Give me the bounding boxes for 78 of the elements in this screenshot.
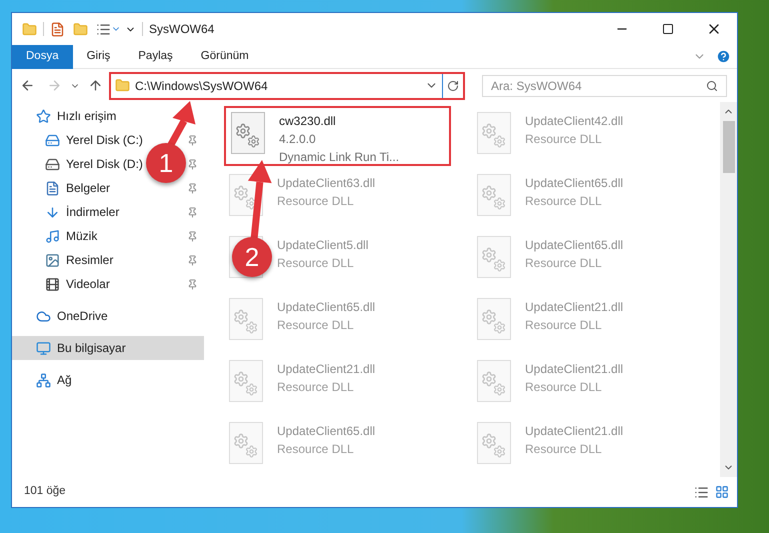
pin-icon[interactable] — [187, 278, 198, 290]
nav-item[interactable]: Yerel Disk (D:) — [45, 155, 143, 173]
file-detail: Resource DLL — [277, 193, 355, 210]
pin-icon[interactable] — [187, 158, 198, 170]
drive-icon — [45, 132, 60, 148]
scrollbar-thumb[interactable] — [722, 121, 734, 173]
pin-icon[interactable] — [187, 254, 198, 266]
large-icons-view-icon[interactable] — [715, 485, 729, 499]
nav-item[interactable]: Resimler — [45, 251, 114, 269]
nav-item[interactable]: Bu bilgisayar — [36, 339, 126, 357]
file-detail: Resource DLL — [525, 131, 603, 148]
file-detail: Resource DLL — [525, 379, 603, 396]
star-icon — [36, 108, 51, 124]
file-name: UpdateClient65.dll — [525, 237, 624, 254]
file-name: UpdateClient21.dll — [525, 361, 624, 378]
file-detail: Resource DLL — [525, 255, 603, 272]
nav-item[interactable]: Belgeler — [45, 179, 110, 197]
file-name: UpdateClient5.dll — [277, 237, 368, 254]
document-icon — [45, 180, 60, 196]
pin-icon[interactable] — [187, 230, 198, 242]
pin-icon[interactable] — [187, 134, 198, 146]
file-detail: Resource DLL — [525, 317, 603, 334]
refresh-icon — [447, 80, 459, 92]
music-note-icon — [45, 228, 60, 244]
file-name: UpdateClient21.dll — [277, 361, 376, 378]
nav-item[interactable]: Hızlı erişim — [36, 107, 116, 125]
ribbon-tab[interactable]: Giriş — [72, 44, 124, 68]
film-icon — [45, 276, 60, 292]
file-detail: Resource DLL — [277, 441, 355, 458]
properties-icon[interactable] — [50, 22, 65, 36]
file-name: UpdateClient65.dll — [277, 423, 376, 440]
scrollbar[interactable] — [720, 102, 737, 477]
download-arrow-icon — [45, 204, 60, 220]
file-name: UpdateClient65.dll — [525, 175, 624, 192]
pin-icon[interactable] — [187, 206, 198, 218]
ribbon-tab[interactable]: Paylaş — [124, 44, 187, 68]
computer-icon — [36, 340, 51, 356]
view-list-icon[interactable] — [96, 22, 111, 36]
file-name: UpdateClient65.dll — [277, 299, 376, 316]
file-detail: Resource DLL — [525, 193, 603, 210]
file-detail: Resource DLL — [277, 317, 355, 334]
folder-icon[interactable] — [22, 22, 37, 36]
folder-icon — [115, 78, 130, 93]
search-placeholder: Ara: SysWOW64 — [491, 78, 583, 94]
search-icon — [706, 80, 718, 92]
details-view-icon[interactable] — [694, 484, 709, 500]
file-name: UpdateClient21.dll — [525, 423, 624, 440]
file-detail: Resource DLL — [277, 255, 355, 272]
file-detail: Dynamic Link Run Ti... — [279, 149, 400, 166]
ribbon-tab[interactable]: Dosya — [12, 44, 73, 68]
picture-icon — [45, 252, 60, 268]
file-name: cw3230.dll — [279, 113, 337, 130]
nav-item[interactable]: Videolar — [45, 275, 110, 293]
maximize-icon — [662, 23, 674, 35]
window-title: SysWOW64 — [149, 21, 216, 38]
address-field[interactable]: C:\Windows\SysWOW64 — [111, 74, 442, 98]
file-name: UpdateClient21.dll — [525, 299, 624, 316]
cloud-icon — [36, 308, 51, 324]
file-entry[interactable]: cw3230.dll 4.2.0.0 Dynamic Link Run Ti... — [279, 112, 400, 166]
nav-item[interactable]: Ağ — [36, 371, 72, 389]
ribbon-tab[interactable]: Görünüm — [186, 44, 263, 68]
nav-item[interactable]: OneDrive — [36, 307, 108, 325]
file-name: UpdateClient42.dll — [525, 113, 624, 130]
item-count: 101 öğe — [24, 484, 67, 500]
folder-icon[interactable] — [73, 22, 88, 36]
nav-item[interactable]: Müzik — [45, 227, 98, 245]
drive-icon — [45, 156, 60, 172]
pin-icon[interactable] — [187, 182, 198, 194]
address-path: C:\Windows\SysWOW64 — [135, 78, 269, 94]
nav-item-highlight[interactable]: Bu bilgisayar — [12, 336, 204, 360]
file-detail: 4.2.0.0 — [279, 131, 317, 148]
file-name: UpdateClient63.dll — [277, 175, 376, 192]
nav-item[interactable]: İndirmeler — [45, 203, 120, 221]
nav-item[interactable]: Yerel Disk (C:) — [45, 131, 143, 149]
network-icon — [36, 372, 51, 388]
help-icon[interactable] — [716, 49, 731, 64]
file-detail: Resource DLL — [525, 441, 603, 458]
file-detail: Resource DLL — [277, 379, 355, 396]
